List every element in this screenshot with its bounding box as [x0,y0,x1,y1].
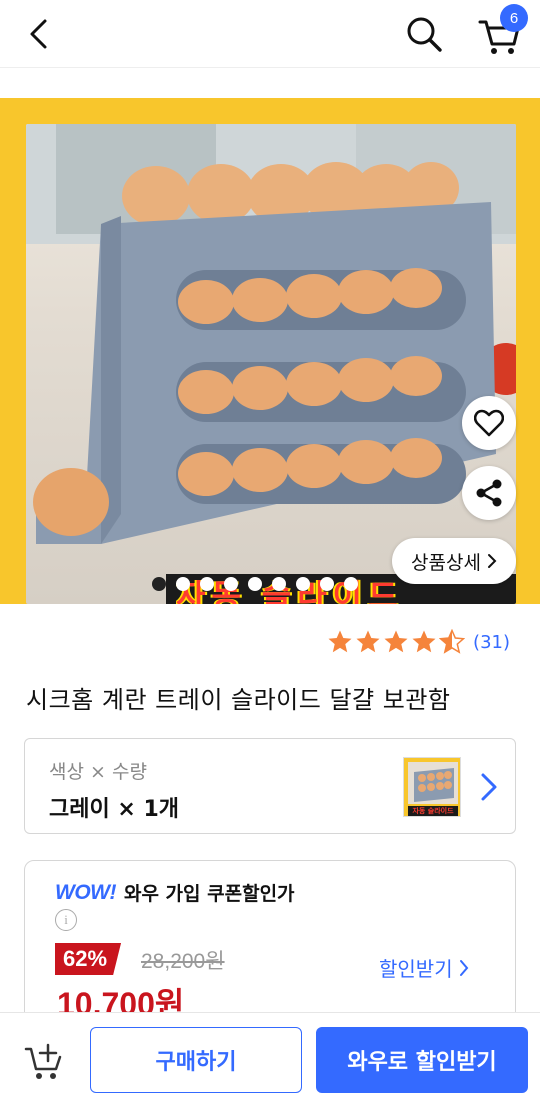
rating-summary[interactable]: (31) [327,627,510,657]
chevron-right-icon [487,554,497,568]
buy-now-button[interactable]: 구매하기 [90,1027,302,1093]
star-icon [384,630,408,653]
original-price: 28,200원 [141,950,225,973]
chevron-right-icon [481,773,497,801]
search-icon [407,17,442,52]
wow-discount-button[interactable]: 와우로 할인받기 [316,1027,528,1093]
product-photo: 자동 슬라이드 [26,124,516,604]
chevron-left-icon [30,19,47,49]
wishlist-button[interactable] [462,396,516,450]
chevron-right-icon [459,959,468,976]
option-value: 그레이 × 1개 [49,797,180,822]
share-icon [476,479,502,507]
wow-coupon-label: 와우 가입 쿠폰할인가 [123,883,295,905]
product-image-carousel[interactable]: 자동 슬라이드 상품상세 [0,98,540,604]
cart-count-badge: 6 [500,4,528,32]
product-detail-button[interactable]: 상품상세 [392,538,516,584]
option-label: 색상 × 수량 [49,761,147,783]
carousel-dot [272,577,286,591]
add-to-cart-button[interactable] [24,1041,68,1085]
carousel-dot [248,577,262,591]
info-icon[interactable]: i [55,909,77,931]
bottom-action-bar: 구매하기 와우로 할인받기 [0,1012,540,1105]
carousel-dot [200,577,214,591]
carousel-dot [152,577,166,591]
top-bar: 6 [0,0,540,68]
carousel-dot [296,577,310,591]
cart-plus-icon [24,1043,62,1079]
star-icon [328,630,352,653]
star-rating [327,629,466,655]
carousel-dot [320,577,334,591]
star-icon [412,630,436,653]
heart-icon [474,409,504,437]
carousel-dot [224,577,238,591]
get-discount-label: 할인받기 [379,957,453,981]
carousel-dots [152,576,358,592]
thumbnail-text: 자동 슬라이드 [412,807,454,815]
carousel-dot [176,577,190,591]
review-count[interactable]: (31) [473,632,510,653]
discount-badge: 62% [55,943,122,975]
detail-label: 상품상세 [411,551,481,574]
search-button[interactable] [404,14,444,54]
option-thumbnail: 자동 슬라이드 [403,757,461,817]
egg-tray-illustration [26,124,516,604]
option-selector[interactable]: 색상 × 수량 그레이 × 1개 자동 슬라이드 [24,738,516,834]
get-discount-link[interactable]: 할인받기 [379,953,469,982]
carousel-dot [344,577,358,591]
product-title: 시크홈 계란 트레이 슬라이드 달걀 보관함 [26,686,451,714]
back-button[interactable] [20,16,56,52]
wow-row: WOW! 와우 가입 쿠폰할인가 [55,879,295,906]
wow-logo: WOW! [55,880,116,904]
star-icon [439,629,466,654]
star-icon [356,630,380,653]
share-button[interactable] [462,466,516,520]
